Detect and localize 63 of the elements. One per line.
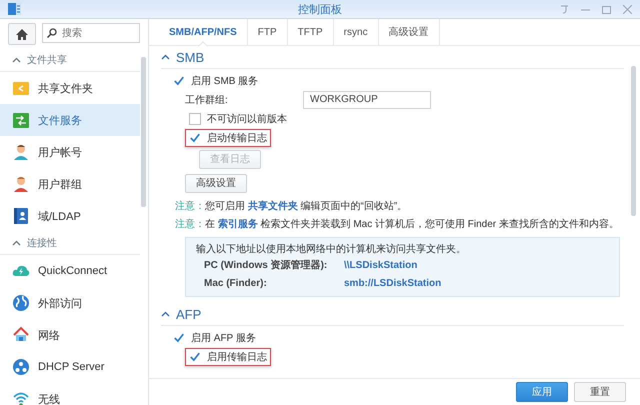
sidebar-item[interactable]: 共享文件夹 bbox=[0, 72, 140, 104]
sidebar-icon bbox=[12, 358, 30, 376]
search-icon bbox=[47, 28, 57, 38]
checkmark-icon bbox=[174, 332, 184, 344]
section-title: AFP bbox=[176, 306, 202, 322]
chevron-up-icon[interactable] bbox=[161, 54, 170, 60]
sidebar-icon bbox=[12, 79, 30, 97]
checkbox[interactable]: 启用 SMB 服务 bbox=[169, 72, 262, 90]
info-text: 输入以下地址以使用本地网络中的计算机来访问共享文件夹。 bbox=[196, 242, 467, 256]
tab[interactable]: 高级设置 bbox=[378, 19, 440, 45]
sidebar-item[interactable]: 文件服务 bbox=[0, 104, 140, 136]
maximize-icon[interactable] bbox=[602, 4, 611, 14]
sidebar-icon bbox=[12, 175, 30, 193]
sidebar-icon bbox=[12, 143, 30, 161]
address-label: PC (Windows 资源管理器): bbox=[204, 258, 328, 272]
reset-button[interactable]: 重置 bbox=[574, 382, 626, 402]
checkbox[interactable]: 启用传输日志 bbox=[185, 348, 271, 366]
tab[interactable]: FTP bbox=[248, 19, 288, 45]
link[interactable]: 共享文件夹 bbox=[248, 201, 298, 212]
chevron-up-icon[interactable] bbox=[12, 57, 21, 63]
sidebar-icon bbox=[12, 326, 30, 344]
scrollbar[interactable] bbox=[141, 57, 146, 207]
sidebar-icon bbox=[12, 111, 30, 129]
link[interactable]: 索引服务 bbox=[218, 219, 258, 230]
workgroup-field[interactable]: WORKGROUP bbox=[303, 90, 431, 108]
note-text: 注意：您可启用 共享文件夹 编辑页面中的“回收站”。 bbox=[175, 199, 408, 213]
section-header: 文件共享 bbox=[27, 54, 67, 67]
field-label: 工作群组: bbox=[184, 94, 229, 106]
chevron-up-icon[interactable] bbox=[12, 240, 21, 246]
sidebar-icon bbox=[12, 294, 30, 312]
search-field[interactable]: 搜索 bbox=[42, 23, 140, 43]
sidebar-item[interactable]: 网络 bbox=[0, 319, 140, 351]
scrollbar[interactable] bbox=[631, 66, 636, 216]
address-value: \\LSDiskStation bbox=[344, 260, 418, 270]
checkmark-icon bbox=[190, 350, 200, 362]
sidebar-item[interactable]: QuickConnect bbox=[0, 255, 140, 287]
home-icon bbox=[16, 28, 28, 40]
sidebar-item[interactable]: DHCP Server bbox=[0, 351, 140, 383]
chevron-up-icon[interactable] bbox=[161, 311, 170, 317]
checkmark-icon bbox=[174, 74, 184, 86]
section-title: SMB bbox=[176, 50, 204, 64]
sidebar-icon bbox=[12, 390, 30, 405]
home-button[interactable] bbox=[8, 23, 36, 45]
sidebar-item[interactable]: 用户群组 bbox=[0, 168, 140, 200]
sidebar-item[interactable]: 域/LDAP bbox=[0, 200, 140, 232]
sidebar-item[interactable]: 无线 bbox=[0, 383, 140, 405]
address-label: Mac (Finder): bbox=[204, 278, 268, 288]
advanced-settings-button[interactable]: 高级设置 bbox=[185, 174, 247, 192]
address-value: smb://LSDiskStation bbox=[344, 278, 442, 288]
note-text: 注意：在 索引服务 检索文件夹并装载到 Mac 计算机后，您可使用 Finder 来查找所含的文件和内容。 bbox=[175, 218, 620, 231]
checkbox[interactable]: 不可访问以前版本 bbox=[185, 110, 291, 128]
tab[interactable]: TFTP bbox=[288, 19, 334, 45]
close-icon[interactable] bbox=[623, 4, 632, 14]
window-title: 控制面板 bbox=[298, 4, 342, 16]
checkbox[interactable]: 启动传输日志 bbox=[185, 128, 271, 146]
sidebar-icon bbox=[12, 207, 30, 225]
sidebar-item[interactable]: 外部访问 bbox=[0, 287, 140, 319]
checkbox[interactable]: 启用 AFP 服务 bbox=[169, 328, 260, 346]
tab[interactable]: rsync bbox=[334, 19, 379, 45]
pin-icon[interactable] bbox=[561, 4, 569, 14]
sidebar-item[interactable]: 用户帐号 bbox=[0, 136, 140, 168]
section-header: 连接性 bbox=[27, 236, 57, 250]
checkmark-icon bbox=[190, 132, 200, 144]
